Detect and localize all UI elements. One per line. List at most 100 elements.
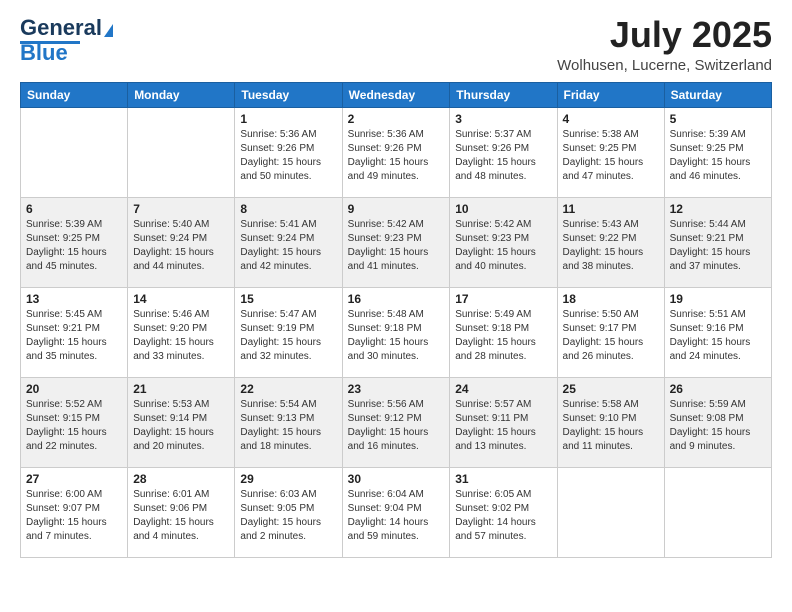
day-number: 20 — [26, 382, 122, 396]
day-info: Sunrise: 5:48 AM Sunset: 9:18 PM Dayligh… — [348, 308, 445, 364]
day-info: Sunrise: 6:00 AM Sunset: 9:07 PM Dayligh… — [26, 488, 122, 544]
day-info: Sunrise: 5:45 AM Sunset: 9:21 PM Dayligh… — [26, 308, 122, 364]
calendar-table: Sunday Monday Tuesday Wednesday Thursday… — [20, 82, 772, 558]
logo-general: General — [20, 15, 102, 40]
day-number: 6 — [26, 202, 122, 216]
day-number: 27 — [26, 472, 122, 486]
day-number: 14 — [133, 292, 229, 306]
logo: General Blue — [20, 15, 113, 66]
day-number: 28 — [133, 472, 229, 486]
day-number: 26 — [670, 382, 766, 396]
table-cell: 27 Sunrise: 6:00 AM Sunset: 9:07 PM Dayli… — [21, 467, 128, 557]
table-cell: 13 Sunrise: 5:45 AM Sunset: 9:21 PM Dayli… — [21, 287, 128, 377]
table-cell: 18 Sunrise: 5:50 AM Sunset: 9:17 PM Dayli… — [557, 287, 664, 377]
table-cell: 30 Sunrise: 6:04 AM Sunset: 9:04 PM Dayli… — [342, 467, 450, 557]
table-cell: 11 Sunrise: 5:43 AM Sunset: 9:22 PM Dayli… — [557, 197, 664, 287]
page: General Blue July 2025 Wolhusen, Lucerne… — [0, 0, 792, 612]
table-cell: 6 Sunrise: 5:39 AM Sunset: 9:25 PM Daylig… — [21, 197, 128, 287]
col-friday: Friday — [557, 82, 664, 107]
day-number: 8 — [240, 202, 336, 216]
day-number: 30 — [348, 472, 445, 486]
table-cell: 24Sunrise: 5:57 AM Sunset: 9:11 PM Dayli… — [450, 377, 557, 467]
day-number: 29 — [240, 472, 336, 486]
table-cell: 31 Sunrise: 6:05 AM Sunset: 9:02 PM Dayli… — [450, 467, 557, 557]
logo-text-block: General — [20, 15, 113, 41]
day-number: 4 — [563, 112, 659, 126]
col-saturday: Saturday — [664, 82, 771, 107]
table-cell: 5 Sunrise: 5:39 AM Sunset: 9:25 PM Daylig… — [664, 107, 771, 197]
day-number: 7 — [133, 202, 229, 216]
day-info: Sunrise: 5:36 AM Sunset: 9:26 PM Dayligh… — [240, 128, 336, 184]
day-info: Sunrise: 5:40 AM Sunset: 9:24 PM Dayligh… — [133, 218, 229, 274]
day-number: 15 — [240, 292, 336, 306]
calendar-week-5: 27 Sunrise: 6:00 AM Sunset: 9:07 PM Dayli… — [21, 467, 772, 557]
day-number: 13 — [26, 292, 122, 306]
day-number: 22 — [240, 382, 336, 396]
col-thursday: Thursday — [450, 82, 557, 107]
day-number: 9 — [348, 202, 445, 216]
calendar-week-1: 1Sunrise: 5:36 AM Sunset: 9:26 PM Daylig… — [21, 107, 772, 197]
table-cell — [557, 467, 664, 557]
day-info: Sunrise: 5:47 AM Sunset: 9:19 PM Dayligh… — [240, 308, 336, 364]
day-number: 31 — [455, 472, 551, 486]
day-number: 16 — [348, 292, 445, 306]
table-cell — [21, 107, 128, 197]
day-number: 17 — [455, 292, 551, 306]
logo-triangle-icon — [104, 24, 113, 37]
table-cell: 20 Sunrise: 5:52 AM Sunset: 9:15 PM Dayli… — [21, 377, 128, 467]
day-info: Sunrise: 5:36 AM Sunset: 9:26 PM Dayligh… — [348, 128, 445, 184]
day-info: Sunrise: 5:39 AM Sunset: 9:25 PM Dayligh… — [670, 128, 766, 184]
day-info: Sunrise: 5:39 AM Sunset: 9:25 PM Dayligh… — [26, 218, 122, 274]
day-info: Sunrise: 6:04 AM Sunset: 9:04 PM Dayligh… — [348, 488, 445, 544]
day-info: Sunrise: 5:43 AM Sunset: 9:22 PM Dayligh… — [563, 218, 659, 274]
day-info: Sunrise: 5:44 AM Sunset: 9:21 PM Dayligh… — [670, 218, 766, 274]
table-cell: 25Sunrise: 5:58 AM Sunset: 9:10 PM Dayli… — [557, 377, 664, 467]
day-info: Sunrise: 5:46 AM Sunset: 9:20 PM Dayligh… — [133, 308, 229, 364]
day-info: Sunrise: 6:05 AM Sunset: 9:02 PM Dayligh… — [455, 488, 551, 544]
day-info: Sunrise: 5:49 AM Sunset: 9:18 PM Dayligh… — [455, 308, 551, 364]
day-number: 3 — [455, 112, 551, 126]
day-info: Sunrise: 5:41 AM Sunset: 9:24 PM Dayligh… — [240, 218, 336, 274]
day-number: 2 — [348, 112, 445, 126]
day-info: Sunrise: 5:56 AM Sunset: 9:12 PM Dayligh… — [348, 398, 445, 454]
day-info: Sunrise: 5:42 AM Sunset: 9:23 PM Dayligh… — [455, 218, 551, 274]
day-info: Sunrise: 5:57 AM Sunset: 9:11 PM Dayligh… — [455, 398, 551, 454]
table-cell: 3 Sunrise: 5:37 AM Sunset: 9:26 PM Daylig… — [450, 107, 557, 197]
day-info: Sunrise: 5:54 AM Sunset: 9:13 PM Dayligh… — [240, 398, 336, 454]
day-number: 18 — [563, 292, 659, 306]
subtitle: Wolhusen, Lucerne, Switzerland — [557, 57, 772, 74]
col-sunday: Sunday — [21, 82, 128, 107]
table-cell: 4 Sunrise: 5:38 AM Sunset: 9:25 PM Daylig… — [557, 107, 664, 197]
day-info: Sunrise: 6:03 AM Sunset: 9:05 PM Dayligh… — [240, 488, 336, 544]
day-number: 19 — [670, 292, 766, 306]
logo-blue-text: Blue — [20, 40, 68, 66]
day-number: 5 — [670, 112, 766, 126]
table-cell: 16 Sunrise: 5:48 AM Sunset: 9:18 PM Dayli… — [342, 287, 450, 377]
calendar-week-3: 13 Sunrise: 5:45 AM Sunset: 9:21 PM Dayli… — [21, 287, 772, 377]
day-number: 11 — [563, 202, 659, 216]
table-cell: 15 Sunrise: 5:47 AM Sunset: 9:19 PM Dayli… — [235, 287, 342, 377]
col-tuesday: Tuesday — [235, 82, 342, 107]
col-wednesday: Wednesday — [342, 82, 450, 107]
table-cell — [664, 467, 771, 557]
day-info: Sunrise: 5:37 AM Sunset: 9:26 PM Dayligh… — [455, 128, 551, 184]
table-cell: 29 Sunrise: 6:03 AM Sunset: 9:05 PM Dayli… — [235, 467, 342, 557]
day-info: Sunrise: 5:50 AM Sunset: 9:17 PM Dayligh… — [563, 308, 659, 364]
table-cell: 22 Sunrise: 5:54 AM Sunset: 9:13 PM Dayli… — [235, 377, 342, 467]
day-info: Sunrise: 5:38 AM Sunset: 9:25 PM Dayligh… — [563, 128, 659, 184]
calendar-header-row: Sunday Monday Tuesday Wednesday Thursday… — [21, 82, 772, 107]
table-cell: 17 Sunrise: 5:49 AM Sunset: 9:18 PM Dayli… — [450, 287, 557, 377]
calendar-week-4: 20 Sunrise: 5:52 AM Sunset: 9:15 PM Dayli… — [21, 377, 772, 467]
day-number: 12 — [670, 202, 766, 216]
table-cell: 21Sunrise: 5:53 AM Sunset: 9:14 PM Dayli… — [128, 377, 235, 467]
table-cell — [128, 107, 235, 197]
day-number: 23 — [348, 382, 445, 396]
table-cell: 26Sunrise: 5:59 AM Sunset: 9:08 PM Dayli… — [664, 377, 771, 467]
table-cell: 1Sunrise: 5:36 AM Sunset: 9:26 PM Daylig… — [235, 107, 342, 197]
table-cell: 23 Sunrise: 5:56 AM Sunset: 9:12 PM Dayli… — [342, 377, 450, 467]
day-number: 10 — [455, 202, 551, 216]
main-title: July 2025 — [557, 15, 772, 55]
day-info: Sunrise: 5:58 AM Sunset: 9:10 PM Dayligh… — [563, 398, 659, 454]
day-info: Sunrise: 5:52 AM Sunset: 9:15 PM Dayligh… — [26, 398, 122, 454]
table-cell: 9Sunrise: 5:42 AM Sunset: 9:23 PM Daylig… — [342, 197, 450, 287]
